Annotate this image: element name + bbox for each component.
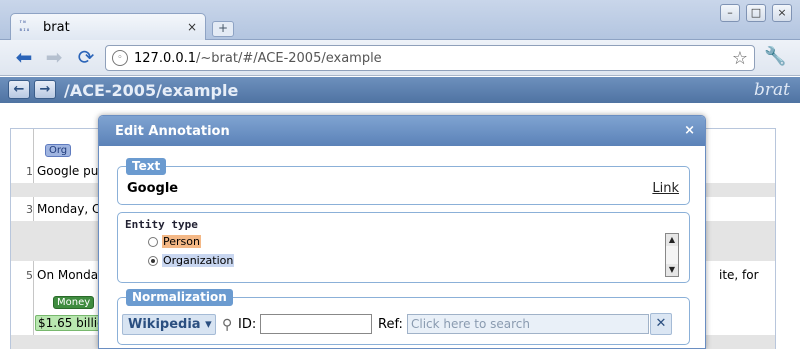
dialog-titlebar[interactable]: Edit Annotation ×	[99, 116, 705, 146]
browser-tab[interactable]: ᵀᴺ ᴮᴵᴼ brat ×	[10, 13, 206, 41]
collection-path: /ACE-2005/example	[64, 81, 239, 100]
line-number: 1	[26, 165, 33, 178]
person-radio[interactable]	[148, 237, 158, 247]
browser-titlebar: ᵀᴺ ᴮᴵᴼ brat × + – □ ×	[0, 0, 800, 41]
text-legend: Text	[126, 158, 167, 175]
bookmark-star-icon[interactable]: ☆	[732, 48, 748, 69]
entity-type-heading: Entity type	[125, 218, 198, 231]
prev-document-button[interactable]: ←	[8, 80, 30, 99]
brat-header: ← → /ACE-2005/example brat	[0, 77, 800, 103]
ref-search-input[interactable]: Click here to search	[407, 314, 649, 334]
brat-favicon-icon: ᵀᴺ ᴮᴵᴼ	[19, 20, 30, 35]
browser-toolbar: ⬅ ➡ ⟳ ◦ 127.0.0.1/~brat/#/ACE-2005/examp…	[0, 40, 800, 76]
back-arrow-icon[interactable]: ⬅	[12, 46, 36, 70]
person-label[interactable]: Person	[162, 235, 201, 248]
entity-type-scrollbar[interactable]: ▲ ▼	[665, 233, 679, 277]
organization-radio[interactable]	[148, 256, 158, 266]
address-bar[interactable]: ◦ 127.0.0.1/~brat/#/ACE-2005/example ☆	[105, 45, 755, 71]
normalization-fieldset: Normalization Wikipedia ▾ ⚲ ID: Ref: Cli…	[117, 289, 690, 345]
tab-title: brat	[43, 20, 70, 35]
brat-logo: brat	[754, 80, 790, 100]
window-close-button[interactable]: ×	[772, 4, 792, 22]
line-text: On Monda	[37, 268, 99, 282]
dialog-close-icon[interactable]: ×	[684, 123, 695, 138]
id-label: ID:	[238, 317, 257, 332]
line-text: Monday, C	[37, 202, 101, 216]
page-info-icon[interactable]: ◦	[112, 50, 128, 66]
reload-icon[interactable]: ⟳	[74, 46, 98, 70]
tab-close-icon[interactable]: ×	[187, 20, 197, 34]
normalization-db-select[interactable]: Wikipedia ▾	[122, 314, 216, 335]
ref-label: Ref:	[378, 317, 403, 332]
annotated-text: Google	[127, 181, 179, 196]
scroll-up-icon[interactable]: ▲	[666, 234, 678, 246]
clear-ref-button[interactable]: ✕	[650, 313, 672, 335]
scroll-down-icon[interactable]: ▼	[666, 264, 678, 276]
line-text-tail: ite, for	[719, 268, 759, 282]
wrench-menu-icon[interactable]: 🔧	[764, 46, 786, 67]
minimize-button[interactable]: –	[720, 4, 740, 22]
dialog-title: Edit Annotation	[115, 124, 230, 139]
money-span-text[interactable]: $1.65 billio	[35, 315, 108, 331]
organization-label[interactable]: Organization	[162, 254, 235, 267]
forward-arrow-icon[interactable]: ➡	[42, 46, 66, 70]
text-fieldset: Text Google Link	[117, 158, 690, 205]
id-input[interactable]	[260, 314, 372, 334]
maximize-button[interactable]: □	[746, 4, 766, 22]
org-annotation-label[interactable]: Org	[45, 144, 72, 157]
line-number: 5	[26, 269, 33, 282]
line-text: Google pu	[37, 164, 99, 178]
url-text: 127.0.0.1/~brat/#/ACE-2005/example	[134, 51, 382, 66]
new-tab-button[interactable]: +	[212, 21, 234, 37]
search-icon[interactable]: ⚲	[222, 317, 232, 333]
line-number: 3	[26, 203, 33, 216]
money-annotation-label[interactable]: Money	[53, 296, 95, 309]
entity-type-fieldset: Entity type Person Organization ▲ ▼	[117, 212, 690, 283]
edit-annotation-dialog: Edit Annotation × Text Google Link Entit…	[98, 115, 706, 349]
link-anchor[interactable]: Link	[652, 181, 679, 196]
normalization-legend: Normalization	[126, 289, 233, 306]
next-document-button[interactable]: →	[34, 80, 56, 99]
